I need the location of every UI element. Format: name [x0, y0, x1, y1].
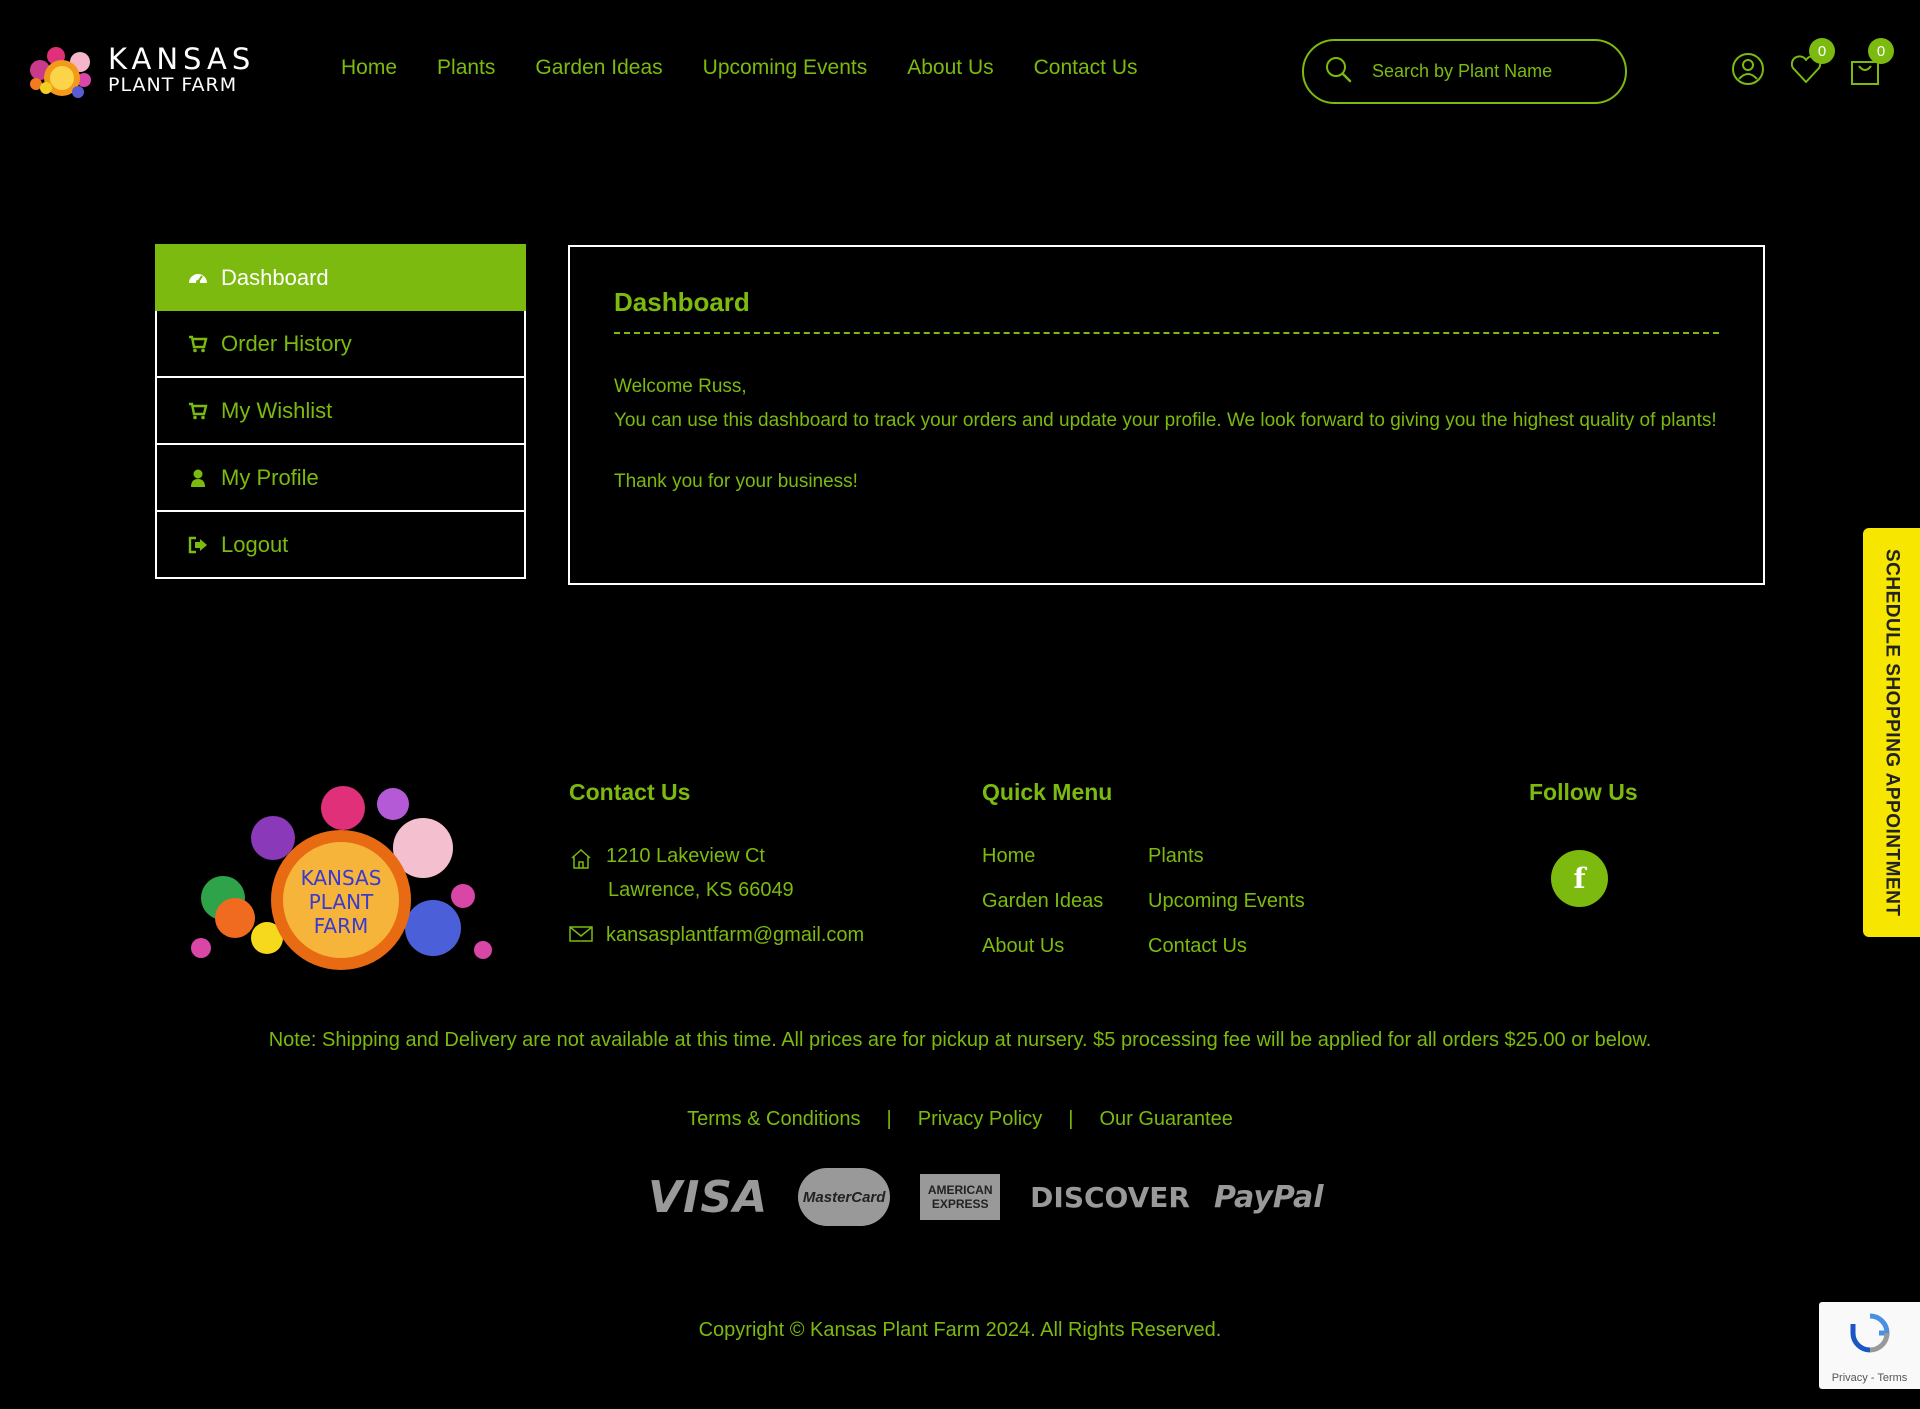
cart-count-badge: 0 [1868, 38, 1894, 64]
facebook-icon[interactable]: f [1551, 850, 1608, 907]
terms-link[interactable]: Terms & Conditions [687, 1108, 860, 1131]
sidebar-item-label: Order History [221, 330, 352, 356]
footer-logo-line-3: FARM [314, 914, 369, 938]
home-icon [569, 847, 593, 876]
nav-garden-ideas[interactable]: Garden Ideas [535, 56, 662, 80]
visa-logo: VISA [648, 1171, 769, 1223]
search-icon[interactable] [1324, 55, 1352, 88]
amex-label-line-1: AMERICAN [927, 1183, 993, 1197]
thank-you-text: Thank you for your business! [614, 471, 858, 492]
mastercard-label: MasterCard [802, 1188, 886, 1206]
footer-address-line-1: 1210 Lakeview Ct [606, 845, 765, 867]
sidebar-item-wishlist[interactable]: My Wishlist [155, 378, 526, 445]
sidebar-item-profile[interactable]: My Profile [155, 445, 526, 512]
schedule-appointment-label: SCHEDULE SHOPPING APPOINTMENT [1881, 548, 1903, 917]
amex-label-line-2: EXPRESS [931, 1197, 989, 1211]
brand-line-2: PLANT FARM [108, 74, 238, 96]
sidebar-item-order-history[interactable]: Order History [155, 311, 526, 378]
nav-contact-us[interactable]: Contact Us [1034, 56, 1138, 80]
discover-logo: DISCOVER [1030, 1180, 1190, 1214]
nav-home[interactable]: Home [341, 56, 397, 80]
nav-about-us[interactable]: About Us [907, 56, 993, 80]
user-icon [187, 469, 209, 487]
payment-methods: VISA MasterCard AMERICAN EXPRESS DISCOVE… [648, 1168, 1324, 1226]
dashboard-panel: Dashboard Welcome Russ, You can use this… [568, 245, 1765, 585]
logout-icon [187, 536, 209, 554]
sidebar-item-logout[interactable]: Logout [155, 512, 526, 579]
footer-address-line-2: Lawrence, KS 66049 [608, 879, 794, 901]
recaptcha-badge[interactable]: Privacy - Terms [1819, 1302, 1920, 1389]
cart-bag-icon[interactable]: 0 [1848, 38, 1894, 86]
sidebar-item-label: My Profile [221, 464, 319, 490]
brand-line-1: KANSAS [108, 42, 256, 76]
copyright-text: Copyright © Kansas Plant Farm 2024. All … [698, 1319, 1222, 1341]
flower-logo-icon [22, 40, 102, 100]
privacy-link[interactable]: Privacy Policy [918, 1108, 1042, 1131]
footer-email-link[interactable]: kansasplantfarm@gmail.com [606, 924, 864, 947]
schedule-appointment-tab[interactable]: SCHEDULE SHOPPING APPOINTMENT [1863, 528, 1920, 937]
wishlist-count-badge: 0 [1809, 38, 1835, 64]
footer-link-contact-us[interactable]: Contact Us [1148, 935, 1247, 958]
account-icon[interactable] [1731, 52, 1765, 86]
footer-logo: KANSAS PLANT FARM [183, 778, 495, 974]
footer-follow-heading: Follow Us [1529, 779, 1638, 805]
account-sidebar: Dashboard Order History My Wishlist My P… [155, 244, 526, 579]
recaptcha-icon [1849, 1312, 1891, 1359]
search-box [1302, 39, 1627, 104]
footer-link-home[interactable]: Home [982, 845, 1035, 868]
footer-link-about-us[interactable]: About Us [982, 935, 1064, 958]
amex-logo: AMERICAN EXPRESS [920, 1174, 1001, 1220]
paypal-logo: PayPal [1213, 1179, 1324, 1215]
legal-separator: | [886, 1108, 892, 1130]
guarantee-link[interactable]: Our Guarantee [1099, 1108, 1232, 1131]
search-input[interactable] [1372, 61, 1612, 82]
brand-logo[interactable]: KANSAS PLANT FARM [22, 40, 250, 100]
dashboard-title: Dashboard [614, 287, 1719, 334]
footer-link-garden-ideas[interactable]: Garden Ideas [982, 890, 1103, 913]
legal-separator: | [1068, 1108, 1074, 1130]
main-nav: Home Plants Garden Ideas Upcoming Events… [341, 56, 1178, 80]
wishlist-heart-icon[interactable]: 0 [1789, 38, 1835, 86]
sidebar-item-label: Dashboard [221, 264, 329, 290]
nav-plants[interactable]: Plants [437, 56, 495, 80]
email-icon [569, 925, 593, 948]
cart-icon [187, 402, 209, 420]
cart-icon [187, 335, 209, 353]
shipping-note: Note: Shipping and Delivery are not avai… [268, 1029, 1652, 1051]
nav-upcoming-events[interactable]: Upcoming Events [703, 56, 868, 80]
sidebar-item-dashboard[interactable]: Dashboard [155, 244, 526, 311]
footer-quick-menu-heading: Quick Menu [982, 779, 1113, 805]
footer-logo-line-2: PLANT [309, 890, 374, 914]
footer-logo-line-1: KANSAS [301, 866, 382, 890]
mastercard-logo: MasterCard [798, 1168, 891, 1226]
legal-links: Terms & Conditions | Privacy Policy | Ou… [0, 1108, 1920, 1131]
footer-link-plants[interactable]: Plants [1148, 845, 1204, 868]
dashboard-icon [187, 269, 209, 287]
welcome-text: Welcome Russ, [614, 376, 747, 397]
sidebar-item-label: My Wishlist [221, 397, 333, 423]
dashboard-description: You can use this dashboard to track your… [614, 410, 1717, 431]
footer-link-upcoming-events[interactable]: Upcoming Events [1148, 890, 1305, 913]
recaptcha-links[interactable]: Privacy - Terms [1819, 1372, 1920, 1384]
sidebar-item-label: Logout [221, 531, 289, 557]
footer-contact-heading: Contact Us [569, 779, 691, 805]
